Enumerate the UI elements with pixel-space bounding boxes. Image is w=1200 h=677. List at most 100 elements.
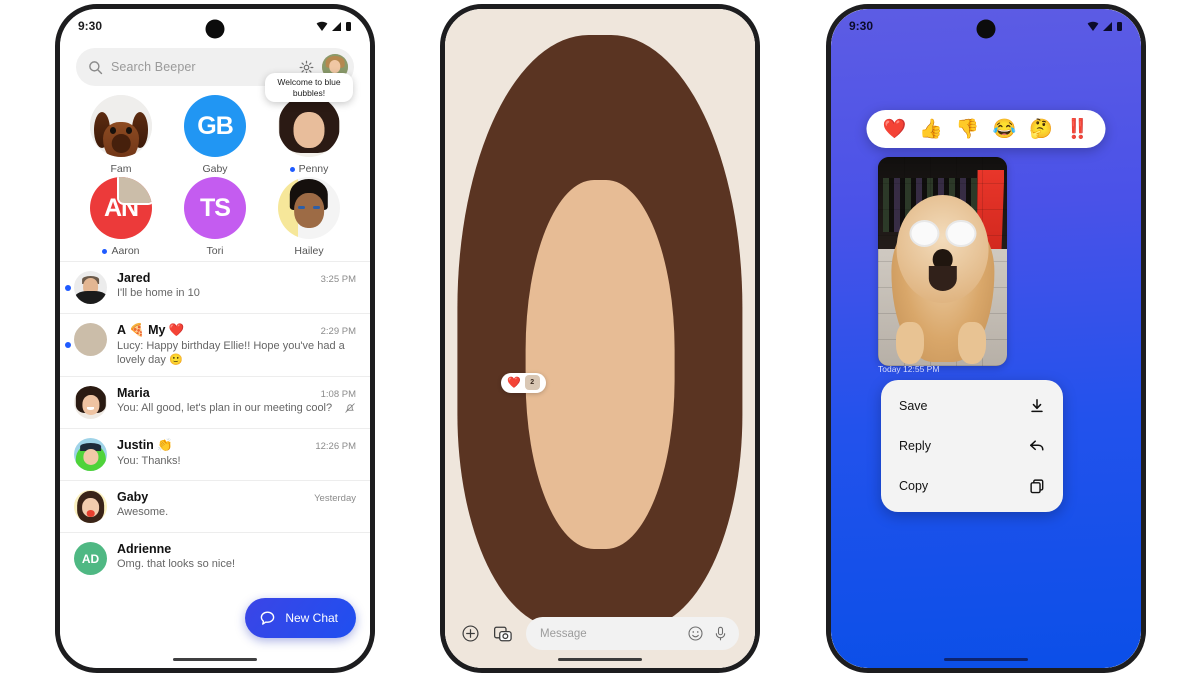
chat-item-header: Justin 👏 12:26 PM	[117, 438, 356, 453]
reaction-double-exclamation[interactable]: ‼️	[1066, 120, 1090, 139]
reaction-heart[interactable]: ❤️	[882, 120, 906, 139]
chat-bubble-icon	[259, 610, 276, 627]
unread-dot	[289, 166, 295, 172]
microphone-icon[interactable]	[712, 625, 729, 642]
download-icon	[1029, 398, 1045, 414]
avatar	[74, 490, 107, 524]
avatar-art	[74, 271, 107, 304]
chat-timestamp: 2:29 PM	[320, 326, 356, 337]
label-text: Hailey	[294, 245, 324, 257]
label-text: Tori	[206, 245, 224, 257]
badge-art	[119, 177, 152, 203]
emoji-icon[interactable]	[687, 625, 704, 642]
chat-item-header: Adrienne	[117, 542, 356, 556]
chat-preview: You: Thanks!	[117, 454, 356, 468]
pinned-chat-label: Gaby	[202, 163, 227, 175]
battery-icon	[346, 21, 351, 31]
avatar: TS	[184, 177, 246, 239]
chat-name: Gaby	[117, 490, 149, 505]
pinned-chat-gaby[interactable]: GB Gaby	[168, 95, 262, 175]
pinned-chat-label: Tori	[207, 245, 224, 257]
home-indicator	[173, 658, 257, 661]
chat-name: Maria	[117, 386, 150, 401]
chat-list-item[interactable]: Justin 👏 12:26 PM You: Thanks!	[60, 428, 370, 480]
reaction-laughing[interactable]: 😂	[993, 120, 1017, 139]
camera-punch-hole	[205, 19, 225, 39]
hailey-avatar-art	[278, 177, 340, 239]
cellular-icon	[1103, 21, 1112, 31]
message-list: Jean Kim I can't wait to swap stories Mo…	[445, 9, 755, 668]
pinned-chat-fam[interactable]: Fam	[74, 95, 168, 175]
reaction-thinking[interactable]: 🤔	[1029, 120, 1053, 139]
chat-list-item[interactable]: AD Adrienne Omg. that looks so nice!	[60, 532, 370, 584]
avatar-art	[74, 438, 107, 472]
avatar	[90, 95, 152, 157]
chat-item-body: Adrienne Omg. that looks so nice!	[117, 542, 356, 571]
plus-circle-icon[interactable]	[461, 624, 480, 643]
photo-timestamp: Today 12:55 PM	[878, 364, 940, 374]
message-placeholder: Message	[540, 627, 587, 640]
group-avatar-art	[74, 323, 107, 356]
chat-list-item[interactable]: Maria 1:08 PM You: All good, let's plan …	[60, 376, 370, 428]
avatar: AN	[90, 177, 152, 239]
dog-photo-art	[878, 157, 1007, 366]
avatar	[74, 271, 107, 304]
context-menu-item-reply[interactable]: Reply	[881, 426, 1063, 466]
photo-message[interactable]	[878, 157, 1007, 366]
label-text: Fam	[110, 163, 132, 175]
penny-avatar-art	[278, 95, 340, 157]
chat-list-item[interactable]: Gaby Yesterday Awesome.	[60, 480, 370, 532]
status-time: 9:30	[78, 19, 103, 33]
menu-label: Save	[899, 399, 928, 413]
avatar	[278, 95, 340, 157]
chat-item-header: A 🍕 My ❤️ 2:29 PM	[117, 323, 356, 338]
context-menu-item-copy[interactable]: Copy	[881, 466, 1063, 506]
reaction-badge[interactable]: ❤️ 2	[501, 372, 546, 393]
phone-2-frame: 5:00 A 🍕 My ❤️	[440, 4, 760, 673]
preview-text: You: All good, let's plan in our meeting…	[117, 402, 333, 415]
status-icons	[316, 21, 352, 32]
pinned-chat-aaron[interactable]: AN Aaron	[74, 177, 168, 257]
copy-icon	[1029, 478, 1045, 494]
pinned-chat-label: Fam	[111, 163, 132, 175]
phone-3-frame: 9:30 ❤️ 👍 👎 😂 🤔 ‼️ Today 12:55 PM Save R…	[826, 4, 1146, 673]
avatar-art	[74, 490, 107, 524]
avatar-art	[445, 9, 755, 668]
preview-text: Awesome.	[117, 506, 169, 519]
reaction-thumbs-down[interactable]: 👎	[956, 120, 980, 139]
mute-bell-icon	[344, 402, 356, 418]
pinned-chat-label: Aaron	[102, 245, 140, 257]
search-input[interactable]: Search Beeper	[111, 60, 291, 74]
new-chat-button[interactable]: New Chat	[245, 598, 356, 638]
initials: AD	[81, 551, 100, 566]
pinned-chat-penny[interactable]: Welcome to blue bubbles! Penny	[262, 73, 356, 175]
chat-list-item[interactable]: A 🍕 My ❤️ 2:29 PM Lucy: Happy birthday E…	[60, 313, 370, 376]
avatar	[74, 323, 107, 356]
preview-text: You: Thanks!	[117, 455, 181, 468]
unread-dot	[102, 248, 108, 254]
preview-text: Lucy: Happy birthday Ellie!! Hope you've…	[117, 340, 345, 367]
chat-list-item[interactable]: Jared 3:25 PM I'll be home in 10	[60, 261, 370, 313]
battery-icon	[1117, 21, 1122, 31]
avatar[interactable]	[445, 9, 755, 668]
label-text: Gaby	[202, 163, 228, 175]
photo-camera-icon[interactable]	[493, 624, 513, 644]
avatar	[74, 438, 107, 472]
chat-item-header: Gaby Yesterday	[117, 490, 356, 504]
message-row-incoming: So much pasta and gelato	[445, 9, 755, 668]
pinned-chat-label: Hailey	[294, 245, 323, 257]
message-input[interactable]: Message	[526, 617, 739, 650]
chat-item-body: Jared 3:25 PM I'll be home in 10	[117, 271, 356, 300]
pinned-chat-tori[interactable]: TS Tori	[168, 177, 262, 257]
pinned-chats-grid: Fam GB Gaby Welcome to blue bubbles! Pen…	[60, 73, 370, 261]
label-text: Aaron	[111, 245, 140, 257]
pinned-chat-hailey[interactable]: Hailey	[262, 177, 356, 257]
reaction-thumbs-up[interactable]: 👍	[919, 120, 943, 139]
attachment-preview-badge	[117, 177, 152, 205]
avatar: GB	[184, 95, 246, 157]
context-menu-item-save[interactable]: Save	[881, 386, 1063, 426]
label-text: Penny	[298, 163, 329, 175]
phone-3-screen: 9:30 ❤️ 👍 👎 😂 🤔 ‼️ Today 12:55 PM Save R…	[831, 9, 1141, 668]
new-chat-label: New Chat	[285, 611, 338, 625]
status-time: 9:30	[849, 19, 874, 33]
